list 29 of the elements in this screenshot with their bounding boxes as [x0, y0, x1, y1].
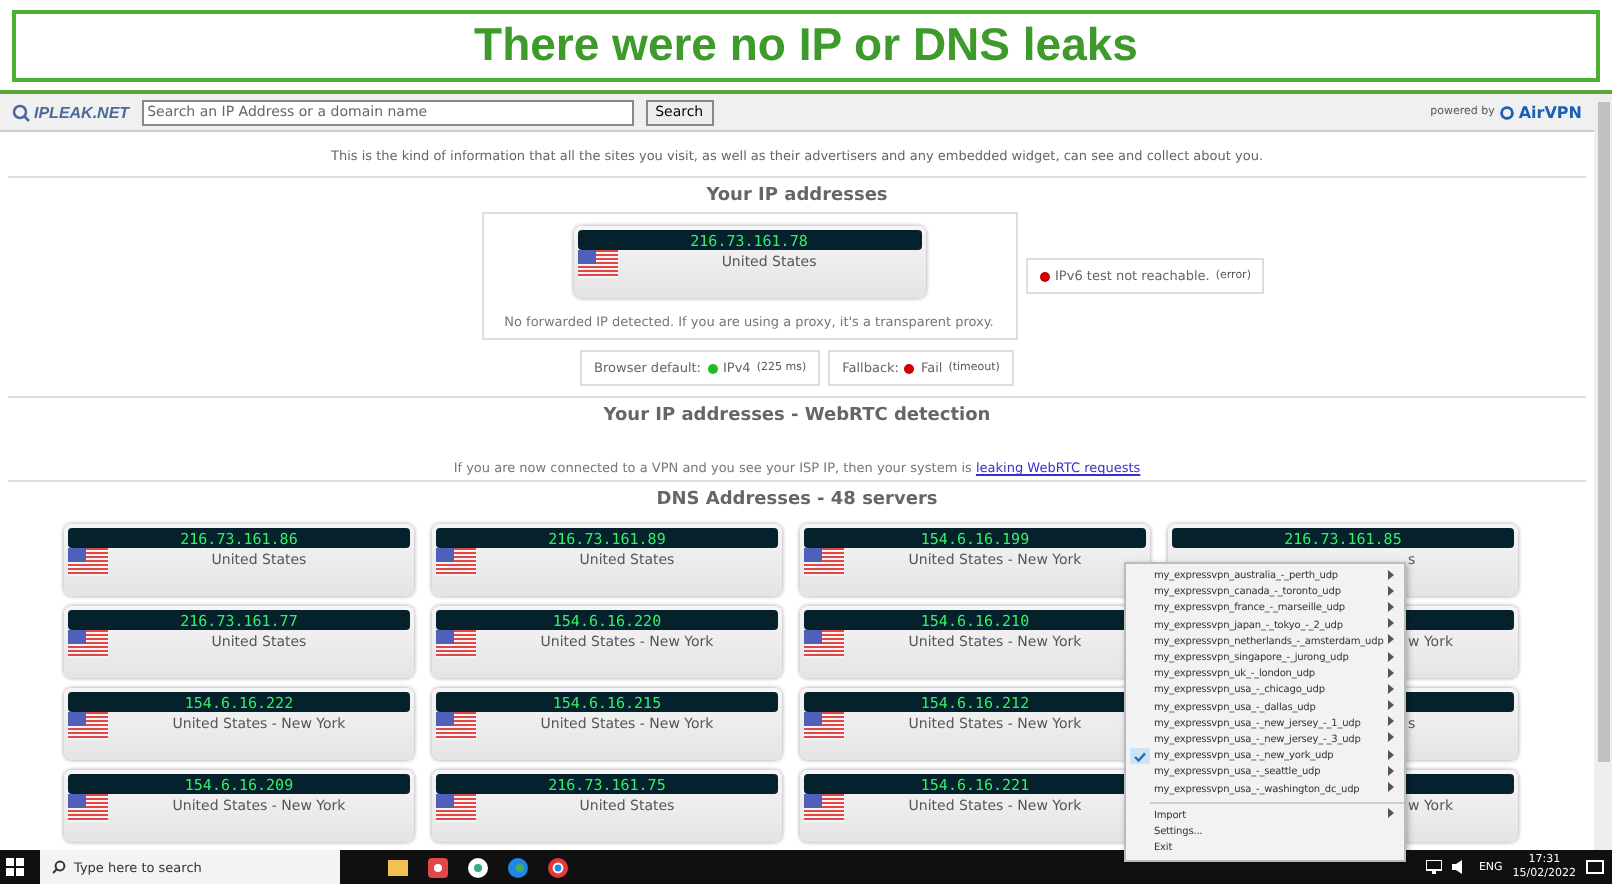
submenu-arrow-icon: [1388, 808, 1394, 819]
brand-icon: [1500, 105, 1515, 119]
flag-icon: [68, 630, 108, 658]
network-icon[interactable]: [1426, 860, 1443, 874]
logo-text: IPLEAK.NET: [34, 103, 130, 121]
flag-icon: [804, 630, 844, 658]
flag-icon: [68, 794, 108, 822]
flag-icon: [436, 794, 476, 822]
brand-logo[interactable]: AirVPN: [1500, 103, 1582, 121]
flag-icon: [804, 794, 844, 822]
flag-icon: [436, 630, 476, 658]
flag-icon: [68, 712, 108, 740]
flag-icon: [436, 548, 476, 576]
section-heading: DNS Addresses - 48 servers: [656, 488, 938, 514]
magnifier-icon: [12, 103, 30, 121]
site-logo[interactable]: IPLEAK.NET: [12, 103, 130, 121]
flag-icon: [436, 712, 476, 740]
section-heading: Your IP addresses: [706, 184, 888, 210]
flag-icon: [804, 548, 844, 576]
banner-title: There were no IP or DNS leaks: [12, 9, 1600, 81]
flag-icon: [804, 712, 844, 740]
brand-name: AirVPN: [1518, 103, 1582, 121]
search-icon: [52, 860, 66, 874]
check-icon: [1134, 751, 1146, 762]
notification-icon[interactable]: [1586, 859, 1604, 875]
flag-icon: [577, 250, 618, 278]
section-heading: Your IP addresses - WebRTC detection: [603, 404, 991, 430]
flag-icon: [68, 548, 108, 576]
scrollbar-thumb[interactable]: [1597, 102, 1609, 762]
